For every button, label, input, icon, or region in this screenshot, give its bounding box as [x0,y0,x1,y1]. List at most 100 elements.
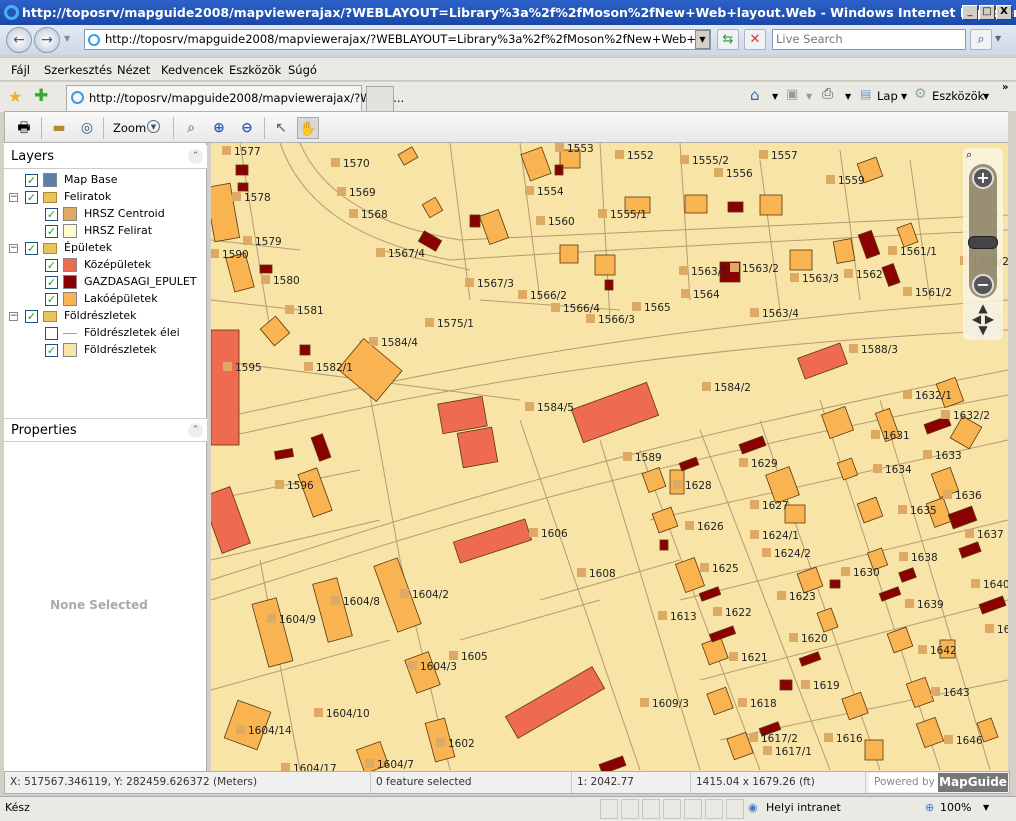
feeds-icon[interactable]: ▣ [786,87,798,102]
page-zoom-level[interactable]: 100% [940,797,971,819]
layer-item[interactable]: ✓ Középületek [4,257,207,274]
new-tab-button[interactable] [366,86,394,111]
parcel-centroid [408,661,417,670]
parcel-label: 1604/8 [343,596,380,608]
address-input[interactable]: http://toposrv/mapguide2008/mapvieweraja… [84,29,711,50]
parcel-label: 1555/2 [692,155,729,167]
search-options-icon[interactable]: ▼ [995,34,1001,43]
pan-arrows-icon[interactable]: ▲ ◀ ▶ ▼ [964,302,1002,339]
parcel-label: 1563/4 [762,308,799,320]
page-dropdown-icon[interactable]: ▼ [901,92,907,101]
collapse-properties-icon[interactable]: ⌃ [188,423,203,438]
layer-item[interactable]: ✓ Lakóépületek [4,291,207,308]
tools-dropdown-icon[interactable]: ▼ [983,92,989,101]
layer-visibility-checkbox[interactable]: ✓ [45,276,58,289]
forward-button[interactable]: → [34,27,60,53]
zoom-search-icon[interactable]: ⌕ [966,148,972,162]
search-input[interactable]: Live Search [772,29,966,50]
layer-item[interactable]: ✓ Map Base [4,172,207,189]
layer-visibility-checkbox[interactable]: ✓ [45,208,58,221]
parcel-centroid [750,308,759,317]
zoom-rectangle-icon[interactable]: ⌕ [180,117,202,139]
mapguide-logo[interactable]: MapGuide [938,773,1008,792]
search-button[interactable]: ⌕ [970,29,992,50]
parcel-label: 1588/3 [861,344,898,356]
minimize-button[interactable]: _ [962,5,978,20]
parcel-centroid [777,591,786,600]
farm-building [237,182,249,192]
refresh-button[interactable]: ⇆ [717,29,739,50]
measure-icon[interactable]: ▬ [48,117,70,139]
collapse-tree-icon[interactable]: − [9,312,18,321]
parcel-centroid [525,402,534,411]
zoom-slider-handle[interactable] [968,236,998,249]
layer-item[interactable]: − ✓ Földrészletek [4,308,207,325]
feeds-dropdown-icon[interactable]: ▼ [806,92,812,101]
history-dropdown-icon[interactable]: ▼ [64,34,70,43]
menu-help[interactable]: Súgó [288,63,317,77]
stop-button[interactable]: ✕ [744,29,766,50]
menu-file[interactable]: Fájl [11,63,30,77]
layer-item[interactable]: − ✓ Feliratok [4,189,207,206]
home-dropdown-icon[interactable]: ▼ [772,92,778,101]
zoom-in-icon[interactable]: ⊕ [208,117,230,139]
layer-item[interactable]: − ✓ Épületek [4,240,207,257]
map-view[interactable]: 1577 1570 1553 1552 1555/2 1557 1556 1559 1578 15… [211,143,1008,771]
collapse-tree-icon[interactable]: − [9,193,18,202]
status-pane [726,799,744,819]
address-dropdown-button[interactable]: ▼ [695,30,710,49]
layer-item[interactable]: ✓ HRSZ Centroid [4,206,207,223]
add-favorite-icon[interactable]: ✚ [34,86,48,106]
menu-tools[interactable]: Eszközök [229,63,281,77]
parcel-centroid [536,216,545,225]
close-window-button[interactable]: X [996,5,1012,20]
layer-visibility-checkbox[interactable]: ✓ [25,191,38,204]
parcel-label: 1563/2 [742,263,779,275]
parcel-centroid [261,275,270,284]
menu-view[interactable]: Nézet [117,63,150,77]
map-canvas[interactable]: 1577 1570 1553 1552 1555/2 1557 1556 1559 1578 15… [211,143,1008,771]
browser-tab[interactable]: http://toposrv/mapguide2008/mapvieweraja… [66,85,404,111]
layer-item[interactable]: ✓ GAZDASAGI_EPULET [4,274,207,291]
back-button[interactable]: ← [6,27,32,53]
more-chevron-icon[interactable]: » [1002,82,1008,93]
favorites-star-icon[interactable]: ★ [8,87,22,106]
zoom-menu[interactable]: Zoom [113,121,146,135]
print-icon[interactable]: ⎙ [822,86,833,102]
home-icon[interactable]: ⌂ [750,86,760,104]
select-pointer-icon[interactable]: ↖ [270,117,292,139]
zoom-out-button[interactable]: − [972,274,994,296]
tools-menu[interactable]: Eszközök [932,89,984,103]
layer-visibility-checkbox[interactable]: ✓ [45,259,58,272]
buffer-icon[interactable]: ◎ [76,117,98,139]
page-menu[interactable]: Lap [877,89,898,103]
layer-visibility-checkbox[interactable]: ✓ [25,310,38,323]
print-map-icon[interactable]: 🖶 [13,117,35,139]
parcel-label: 1552 [627,150,654,162]
menu-favorites[interactable]: Kedvencek [161,63,224,77]
collapse-layers-icon[interactable]: ⌃ [188,149,203,164]
parcel-centroid [640,698,649,707]
tools-gear-icon: ⚙ [914,86,927,102]
layer-item[interactable]: ✓ HRSZ Felirat [4,223,207,240]
layer-visibility-checkbox[interactable] [45,327,58,340]
color-swatch-icon [63,258,77,272]
parcel-label: 1563/3 [802,273,839,285]
layer-visibility-checkbox[interactable]: ✓ [45,293,58,306]
layer-visibility-checkbox[interactable]: ✓ [45,225,58,238]
parcel-centroid [673,480,682,489]
zoom-dropdown-icon[interactable]: ▼ [147,120,160,133]
layer-visibility-checkbox[interactable]: ✓ [45,344,58,357]
print-dropdown-icon[interactable]: ▼ [845,92,851,101]
layer-visibility-checkbox[interactable]: ✓ [25,174,38,187]
collapse-tree-icon[interactable]: − [9,244,18,253]
layer-item[interactable]: ✓ Földrészletek [4,342,207,359]
zoom-out-icon[interactable]: ⊖ [236,117,258,139]
zoom-level-dropdown-icon[interactable]: ▼ [983,797,989,819]
layer-item[interactable]: Földrészletek élei [4,325,207,342]
pan-hand-icon[interactable]: ✋ [297,117,319,139]
menu-edit[interactable]: Szerkesztés [44,63,112,77]
zoom-in-button[interactable]: + [972,167,994,189]
layer-visibility-checkbox[interactable]: ✓ [25,242,38,255]
maximize-button[interactable]: □ [979,5,995,20]
